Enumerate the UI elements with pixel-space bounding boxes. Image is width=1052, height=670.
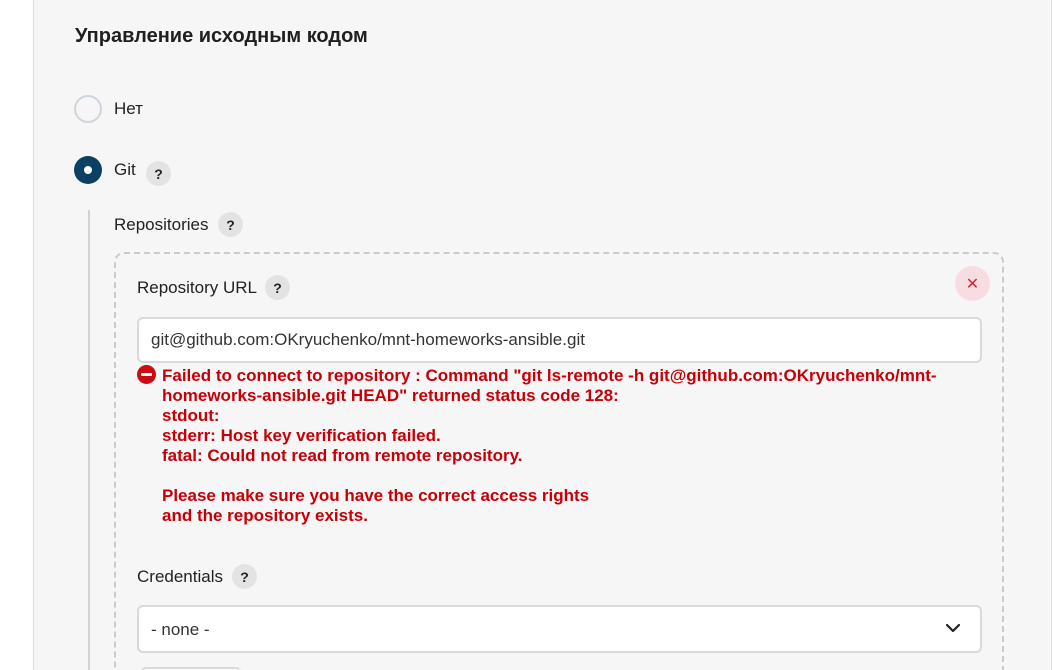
git-help-icon[interactable]: ? [146, 161, 171, 186]
error-icon [137, 365, 156, 384]
repositories-label: Repositories [114, 215, 209, 234]
scm-git-label[interactable]: Git [114, 160, 136, 180]
page: Управление исходным кодом Нет Git ? Repo… [0, 0, 1052, 670]
credentials-label: Credentials [137, 567, 223, 586]
chevron-down-icon [945, 623, 961, 633]
repository-url-help-icon[interactable]: ? [265, 275, 290, 300]
repository-url-label: Repository URL [137, 278, 257, 297]
repository-url-input[interactable] [137, 317, 982, 363]
close-icon: ✕ [965, 275, 980, 293]
nested-indent-line [88, 210, 90, 670]
repositories-help-icon[interactable]: ? [218, 212, 243, 237]
delete-repository-button[interactable]: ✕ [955, 266, 990, 301]
credentials-help-icon[interactable]: ? [232, 564, 257, 589]
section-title: Управление исходным кодом [75, 25, 368, 47]
scm-none-label[interactable]: Нет [114, 99, 143, 119]
repository-error-message: Failed to connect to repository : Comman… [162, 366, 937, 525]
credentials-select[interactable]: - none - [137, 605, 982, 653]
scm-none-radio[interactable] [74, 95, 102, 123]
credentials-select-value: - none - [151, 620, 210, 639]
scm-git-radio[interactable] [74, 156, 102, 184]
